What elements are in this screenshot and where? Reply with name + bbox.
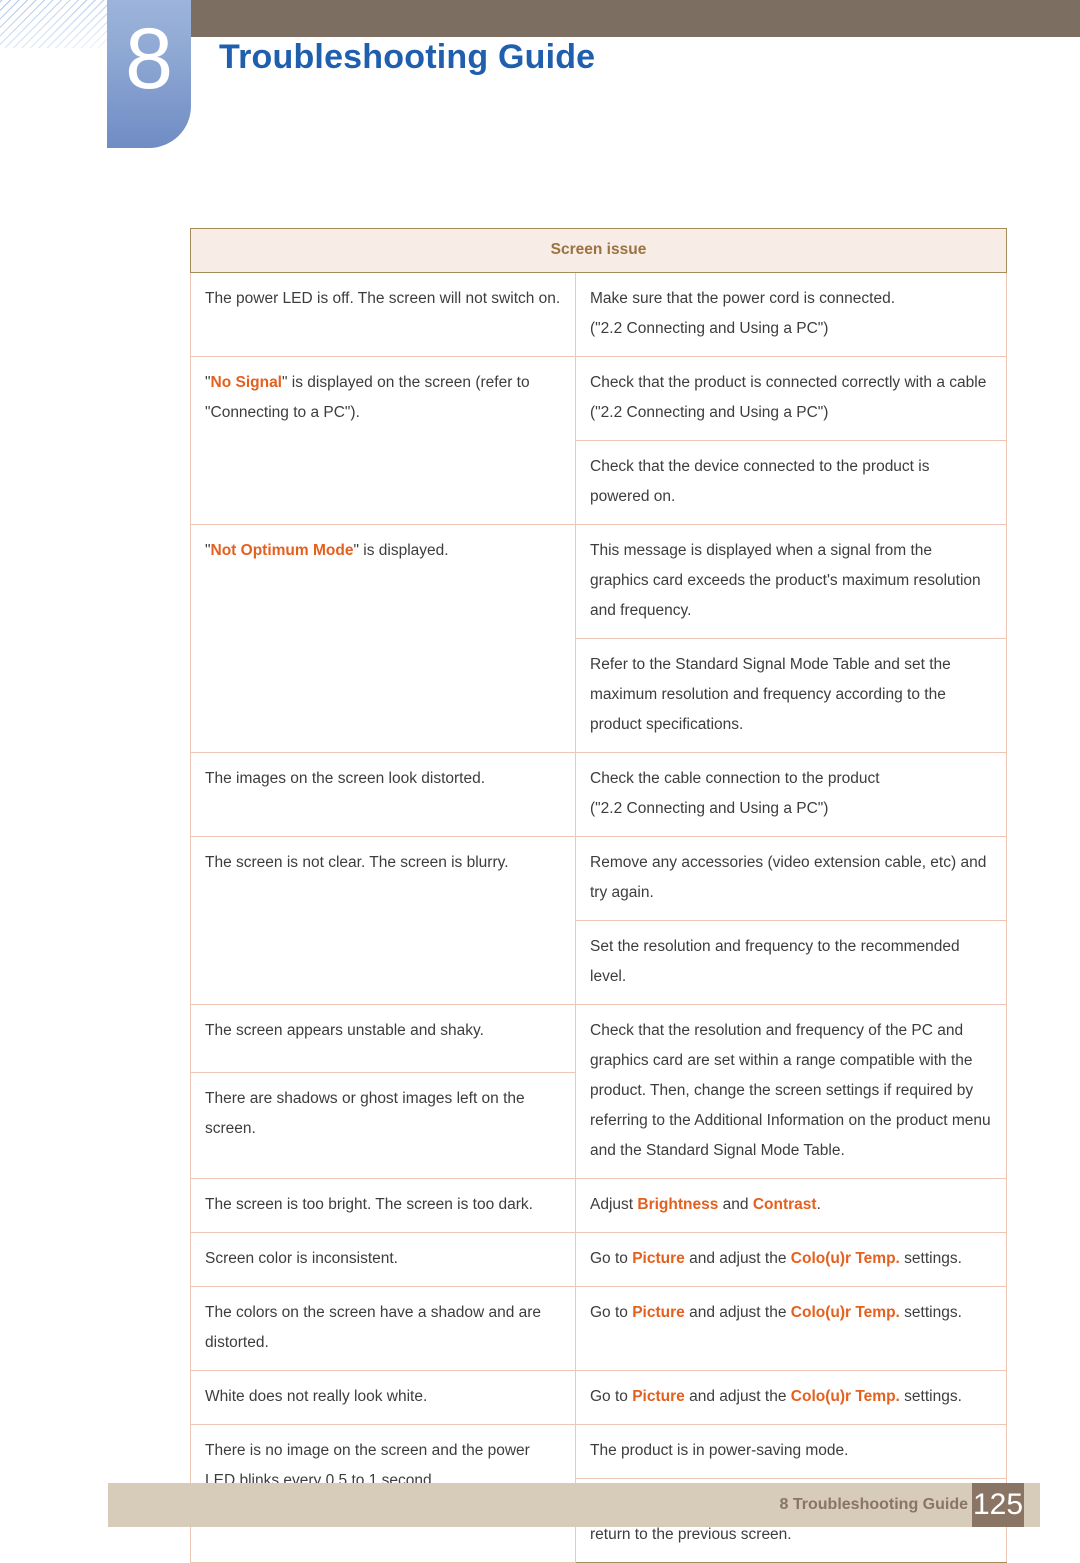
issue-text: The screen is too bright. The screen is … bbox=[205, 1196, 533, 1213]
table-row: The power LED is off. The screen will no… bbox=[190, 272, 1007, 357]
solution-cell: Set the resolution and frequency to the … bbox=[575, 920, 1007, 1005]
menu-highlight-color-temp: Colo(u)r Temp. bbox=[790, 1388, 900, 1405]
table-row: White does not really look white. Go to … bbox=[190, 1370, 1007, 1425]
issue-text: There are shadows or ghost images left o… bbox=[205, 1090, 525, 1138]
page-title: Troubleshooting Guide bbox=[219, 38, 596, 76]
solution-text: and adjust the bbox=[684, 1388, 791, 1405]
issue-text: Screen color is inconsistent. bbox=[205, 1250, 398, 1267]
solution-line: Check the cable connection to the produc… bbox=[590, 770, 880, 787]
issue-cell: The screen is too bright. The screen is … bbox=[190, 1178, 576, 1233]
issue-text: The screen is not clear. The screen is b… bbox=[205, 854, 509, 871]
table-row: The screen is not clear. The screen is b… bbox=[190, 836, 1007, 1005]
solution-text: and adjust the bbox=[684, 1304, 791, 1321]
solution-text: settings. bbox=[899, 1250, 962, 1267]
solution-line: Refer to the Standard Signal Mode Table … bbox=[590, 656, 951, 733]
issue-text: White does not really look white. bbox=[205, 1388, 428, 1405]
solution-cell: Check the cable connection to the produc… bbox=[575, 752, 1007, 837]
solution-cell: Check that the device connected to the p… bbox=[575, 440, 1007, 525]
table-row: "Not Optimum Mode" is displayed. This me… bbox=[190, 524, 1007, 753]
chapter-number: 8 bbox=[125, 11, 173, 107]
solution-line: Check that the product is connected corr… bbox=[590, 374, 987, 391]
issue-cell: The screen is not clear. The screen is b… bbox=[190, 836, 576, 1005]
page-number: 125 bbox=[972, 1483, 1024, 1527]
solution-text: Go to bbox=[590, 1388, 633, 1405]
screen-issue-table: Screen issue The power LED is off. The s… bbox=[190, 228, 1007, 1563]
issue-text: The screen appears unstable and shaky. bbox=[205, 1022, 484, 1039]
issue-cell: "Not Optimum Mode" is displayed. bbox=[190, 524, 576, 753]
solution-text: and adjust the bbox=[684, 1250, 791, 1267]
solution-text: Adjust bbox=[590, 1196, 638, 1213]
table-row: The images on the screen look distorted.… bbox=[190, 752, 1007, 837]
solution-line: ("2.2 Connecting and Using a PC") bbox=[590, 404, 829, 421]
chapter-number-tab: 8 bbox=[107, 0, 191, 148]
solution-text: . bbox=[816, 1196, 821, 1213]
menu-highlight-contrast: Contrast bbox=[752, 1196, 817, 1213]
solution-line: Make sure that the power cord is connect… bbox=[590, 290, 895, 307]
solution-line: Go to Picture and adjust the Colo(u)r Te… bbox=[590, 1244, 992, 1274]
solution-cell: Adjust Brightness and Contrast. bbox=[575, 1178, 1007, 1233]
issue-text: There is no image on the screen and the … bbox=[205, 1442, 530, 1489]
issue-highlight-not-optimum-mode: Not Optimum Mode bbox=[210, 542, 354, 559]
issue-text: The power LED is off. The screen will no… bbox=[205, 290, 561, 307]
menu-highlight-brightness: Brightness bbox=[637, 1196, 719, 1213]
solution-line: ("2.2 Connecting and Using a PC") bbox=[590, 800, 829, 817]
table-row: The screen is too bright. The screen is … bbox=[190, 1178, 1007, 1233]
solution-text: and bbox=[718, 1196, 753, 1213]
table-header-screen-issue: Screen issue bbox=[190, 228, 1007, 273]
solution-line: This message is displayed when a signal … bbox=[590, 542, 981, 619]
issue-cell: The images on the screen look distorted. bbox=[190, 752, 576, 837]
table-row: Screen color is inconsistent. Go to Pict… bbox=[190, 1232, 1007, 1287]
table-header-row: Screen issue bbox=[190, 228, 1007, 273]
solution-line: Remove any accessories (video extension … bbox=[590, 854, 987, 901]
issue-highlight-no-signal: No Signal bbox=[210, 374, 282, 391]
issue-cell: There are shadows or ghost images left o… bbox=[190, 1072, 576, 1179]
issue-cell: Screen color is inconsistent. bbox=[190, 1232, 576, 1287]
table-row: "No Signal" is displayed on the screen (… bbox=[190, 356, 1007, 525]
solution-cell: This message is displayed when a signal … bbox=[575, 524, 1007, 639]
issue-cell: The screen appears unstable and shaky. bbox=[190, 1003, 576, 1074]
solution-line: Set the resolution and frequency to the … bbox=[590, 938, 960, 985]
table-row: The colors on the screen have a shadow a… bbox=[190, 1286, 1007, 1371]
solution-cell: Go to Picture and adjust the Colo(u)r Te… bbox=[575, 1232, 1007, 1287]
menu-highlight-picture: Picture bbox=[632, 1388, 685, 1405]
solution-cell: The product is in power-saving mode. bbox=[575, 1424, 1007, 1479]
table-row: The screen appears unstable and shaky. C… bbox=[190, 1003, 1007, 1179]
solution-line: ("2.2 Connecting and Using a PC") bbox=[590, 320, 829, 337]
issue-cell: The colors on the screen have a shadow a… bbox=[190, 1286, 576, 1371]
solution-line: Go to Picture and adjust the Colo(u)r Te… bbox=[590, 1382, 992, 1412]
menu-highlight-color-temp: Colo(u)r Temp. bbox=[790, 1304, 900, 1321]
solution-cell: Go to Picture and adjust the Colo(u)r Te… bbox=[575, 1370, 1007, 1425]
issue-text: " is displayed. bbox=[353, 542, 449, 559]
menu-highlight-color-temp: Colo(u)r Temp. bbox=[790, 1250, 900, 1267]
solution-cell: Remove any accessories (video extension … bbox=[575, 836, 1007, 921]
menu-highlight-picture: Picture bbox=[632, 1304, 685, 1321]
solution-cell: Refer to the Standard Signal Mode Table … bbox=[575, 638, 1007, 753]
solution-text: settings. bbox=[899, 1388, 962, 1405]
footer-chapter-label: 8 Troubleshooting Guide bbox=[779, 1496, 968, 1513]
solution-line: Check that the device connected to the p… bbox=[590, 458, 930, 505]
header-accent-bar bbox=[191, 0, 1080, 37]
issue-cell: "No Signal" is displayed on the screen (… bbox=[190, 356, 576, 525]
issue-cell: The power LED is off. The screen will no… bbox=[190, 272, 576, 357]
menu-highlight-picture: Picture bbox=[632, 1250, 685, 1267]
screen-issue-table-wrapper: Screen issue The power LED is off. The s… bbox=[190, 228, 1007, 1563]
solution-cell: Make sure that the power cord is connect… bbox=[575, 272, 1007, 357]
solution-cell: Check that the product is connected corr… bbox=[575, 356, 1007, 441]
issue-text: The images on the screen look distorted. bbox=[205, 770, 486, 787]
solution-cell: Go to Picture and adjust the Colo(u)r Te… bbox=[575, 1286, 1007, 1371]
solution-line: The product is in power-saving mode. bbox=[590, 1442, 849, 1459]
issue-cell: White does not really look white. bbox=[190, 1370, 576, 1425]
solution-text: Go to bbox=[590, 1250, 633, 1267]
solution-text: Go to bbox=[590, 1304, 633, 1321]
solution-line: Check that the resolution and frequency … bbox=[590, 1022, 991, 1159]
solution-line: Adjust Brightness and Contrast. bbox=[590, 1190, 992, 1220]
table-row: There is no image on the screen and the … bbox=[190, 1424, 1007, 1563]
issue-text: The colors on the screen have a shadow a… bbox=[205, 1304, 542, 1351]
solution-cell: Check that the resolution and frequency … bbox=[575, 1004, 1007, 1179]
solution-text: settings. bbox=[899, 1304, 962, 1321]
solution-line: Go to Picture and adjust the Colo(u)r Te… bbox=[590, 1298, 992, 1328]
